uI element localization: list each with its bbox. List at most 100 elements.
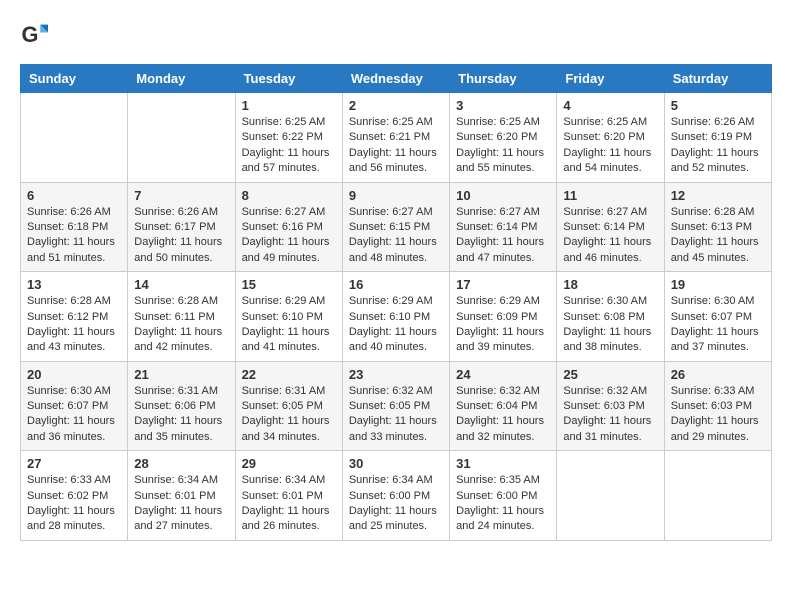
daylight-text: Daylight: 11 hours and 48 minutes.: [349, 236, 437, 263]
sunset-text: Sunset: 6:21 PM: [349, 131, 430, 143]
daylight-text: Daylight: 11 hours and 51 minutes.: [27, 236, 115, 263]
calendar-cell: 12Sunrise: 6:28 AMSunset: 6:13 PMDayligh…: [664, 182, 771, 272]
sunrise-text: Sunrise: 6:34 AM: [349, 474, 433, 486]
day-number: 11: [563, 188, 657, 203]
calendar-cell: 31Sunrise: 6:35 AMSunset: 6:00 PMDayligh…: [450, 451, 557, 541]
daylight-text: Daylight: 11 hours and 43 minutes.: [27, 326, 115, 353]
cell-content: Sunrise: 6:33 AMSunset: 6:02 PMDaylight:…: [27, 473, 121, 535]
daylight-text: Daylight: 11 hours and 54 minutes.: [563, 147, 651, 174]
day-number: 4: [563, 98, 657, 113]
cell-content: Sunrise: 6:27 AM Sunset: 6:14 PM Daylight:…: [563, 205, 657, 267]
calendar-day-header: Thursday: [450, 65, 557, 93]
daylight-text: Daylight: 11 hours and 29 minutes.: [671, 415, 759, 442]
calendar-cell: 24Sunrise: 6:32 AMSunset: 6:04 PMDayligh…: [450, 361, 557, 451]
sunset-text: Sunset: 6:15 PM: [349, 221, 430, 233]
sunset-text: Sunset: 6:00 PM: [349, 490, 430, 502]
cell-content: Sunrise: 6:25 AMSunset: 6:22 PMDaylight:…: [242, 115, 336, 177]
sunset-text: Sunset: 6:20 PM: [563, 131, 644, 143]
daylight-text: Daylight: 11 hours and 39 minutes.: [456, 326, 544, 353]
cell-content: Sunrise: 6:32 AMSunset: 6:04 PMDaylight:…: [456, 384, 550, 446]
calendar-cell: 6 Sunrise: 6:26 AMSunset: 6:18 PMDaylight…: [21, 182, 128, 272]
sunset-text: Sunset: 6:14 PM: [563, 221, 644, 233]
day-number: 27: [27, 456, 121, 471]
sunset-text: Sunset: 6:10 PM: [349, 311, 430, 323]
calendar-week-row: 1 Sunrise: 6:25 AMSunset: 6:22 PMDaylight…: [21, 93, 772, 183]
day-number: 14: [134, 277, 228, 292]
sunrise-text: Sunrise: 6:26 AM: [671, 116, 755, 128]
logo: G: [20, 20, 52, 48]
sunset-text: Sunset: 6:17 PM: [134, 221, 215, 233]
sunset-text: Sunset: 6:07 PM: [671, 311, 752, 323]
cell-content: Sunrise: 6:30 AMSunset: 6:07 PMDaylight:…: [27, 384, 121, 446]
sunset-text: Sunset: 6:02 PM: [27, 490, 108, 502]
calendar-cell: 20Sunrise: 6:30 AMSunset: 6:07 PMDayligh…: [21, 361, 128, 451]
daylight-text: Daylight: 11 hours and 55 minutes.: [456, 147, 544, 174]
daylight-text: Daylight: 11 hours and 45 minutes.: [671, 236, 759, 263]
sunrise-text: Sunrise: 6:31 AM: [134, 385, 218, 397]
sunset-text: Sunset: 6:01 PM: [134, 490, 215, 502]
calendar-cell: 13Sunrise: 6:28 AMSunset: 6:12 PMDayligh…: [21, 272, 128, 362]
sunset-text: Sunset: 6:19 PM: [671, 131, 752, 143]
cell-content: Sunrise: 6:27 AMSunset: 6:14 PMDaylight:…: [456, 205, 550, 267]
daylight-text: Daylight: 11 hours and 32 minutes.: [456, 415, 544, 442]
day-number: 6: [27, 188, 121, 203]
calendar-table: SundayMondayTuesdayWednesdayThursdayFrid…: [20, 64, 772, 541]
day-number: 1: [242, 98, 336, 113]
day-number: 21: [134, 367, 228, 382]
calendar-cell: 15Sunrise: 6:29 AMSunset: 6:10 PMDayligh…: [235, 272, 342, 362]
cell-content: Sunrise: 6:27 AMSunset: 6:16 PMDaylight:…: [242, 205, 336, 267]
day-number: 15: [242, 277, 336, 292]
sunrise-text: Sunrise: 6:25 AM: [563, 116, 647, 128]
day-number: 26: [671, 367, 765, 382]
sunset-text: Sunset: 6:03 PM: [671, 400, 752, 412]
sunset-text: Sunset: 6:14 PM: [456, 221, 537, 233]
calendar-cell: 25Sunrise: 6:32 AMSunset: 6:03 PMDayligh…: [557, 361, 664, 451]
sunrise-text: Sunrise: 6:27 AM: [563, 206, 647, 218]
daylight-text: Daylight: 11 hours and 33 minutes.: [349, 415, 437, 442]
day-number: 23: [349, 367, 443, 382]
sunset-text: Sunset: 6:05 PM: [349, 400, 430, 412]
calendar-body: 1 Sunrise: 6:25 AMSunset: 6:22 PMDaylight…: [21, 93, 772, 541]
cell-content: Sunrise: 6:28 AMSunset: 6:12 PMDaylight:…: [27, 294, 121, 356]
sunrise-text: Sunrise: 6:30 AM: [563, 295, 647, 307]
calendar-cell: [557, 451, 664, 541]
cell-content: Sunrise: 6:33 AMSunset: 6:03 PMDaylight:…: [671, 384, 765, 446]
calendar-cell: 14Sunrise: 6:28 AMSunset: 6:11 PMDayligh…: [128, 272, 235, 362]
page-header: G: [20, 20, 772, 48]
day-number: 16: [349, 277, 443, 292]
cell-content: Sunrise: 6:26 AMSunset: 6:17 PMDaylight:…: [134, 205, 228, 267]
cell-content: Sunrise: 6:26 AMSunset: 6:19 PMDaylight:…: [671, 115, 765, 177]
day-number: 2: [349, 98, 443, 113]
calendar-cell: 22Sunrise: 6:31 AMSunset: 6:05 PMDayligh…: [235, 361, 342, 451]
day-number: 17: [456, 277, 550, 292]
calendar-cell: 27Sunrise: 6:33 AMSunset: 6:02 PMDayligh…: [21, 451, 128, 541]
daylight-text: Daylight: 11 hours and 41 minutes.: [242, 326, 330, 353]
calendar-cell: 17Sunrise: 6:29 AMSunset: 6:09 PMDayligh…: [450, 272, 557, 362]
sunrise-text: Sunrise: 6:26 AM: [27, 206, 111, 218]
sunrise-text: Sunrise: 6:29 AM: [456, 295, 540, 307]
cell-content: Sunrise: 6:26 AMSunset: 6:18 PMDaylight:…: [27, 205, 121, 267]
day-number: 3: [456, 98, 550, 113]
sunset-text: Sunset: 6:04 PM: [456, 400, 537, 412]
cell-content: Sunrise: 6:34 AMSunset: 6:01 PMDaylight:…: [134, 473, 228, 535]
sunset-text: Sunset: 6:05 PM: [242, 400, 323, 412]
daylight-text: Daylight: 11 hours and 37 minutes.: [671, 326, 759, 353]
sunrise-text: Sunrise: 6:33 AM: [27, 474, 111, 486]
calendar-cell: 30Sunrise: 6:34 AMSunset: 6:00 PMDayligh…: [342, 451, 449, 541]
sunrise-text: Sunrise: 6:25 AM: [456, 116, 540, 128]
calendar-week-row: 6 Sunrise: 6:26 AMSunset: 6:18 PMDaylight…: [21, 182, 772, 272]
daylight-text: Daylight: 11 hours and 46 minutes.: [563, 236, 651, 263]
calendar-week-row: 27 Sunrise: 6:33 AM Sunset: 6:02 PM Dayligh…: [21, 451, 772, 541]
sunset-text: Sunset: 6:01 PM: [242, 490, 323, 502]
cell-content: Sunrise: 6:25 AM Sunset: 6:20 PM Daylight:…: [563, 115, 657, 177]
daylight-text: Daylight: 11 hours and 27 minutes.: [134, 505, 222, 532]
sunset-text: Sunset: 6:08 PM: [563, 311, 644, 323]
calendar-cell: [664, 451, 771, 541]
calendar-day-header: Tuesday: [235, 65, 342, 93]
calendar-cell: 16Sunrise: 6:29 AMSunset: 6:10 PMDayligh…: [342, 272, 449, 362]
daylight-text: Daylight: 11 hours and 50 minutes.: [134, 236, 222, 263]
sunrise-text: Sunrise: 6:35 AM: [456, 474, 540, 486]
cell-content: Sunrise: 6:28 AMSunset: 6:13 PMDaylight:…: [671, 205, 765, 267]
calendar-cell: 2Sunrise: 6:25 AMSunset: 6:21 PMDaylight…: [342, 93, 449, 183]
day-number: 30: [349, 456, 443, 471]
